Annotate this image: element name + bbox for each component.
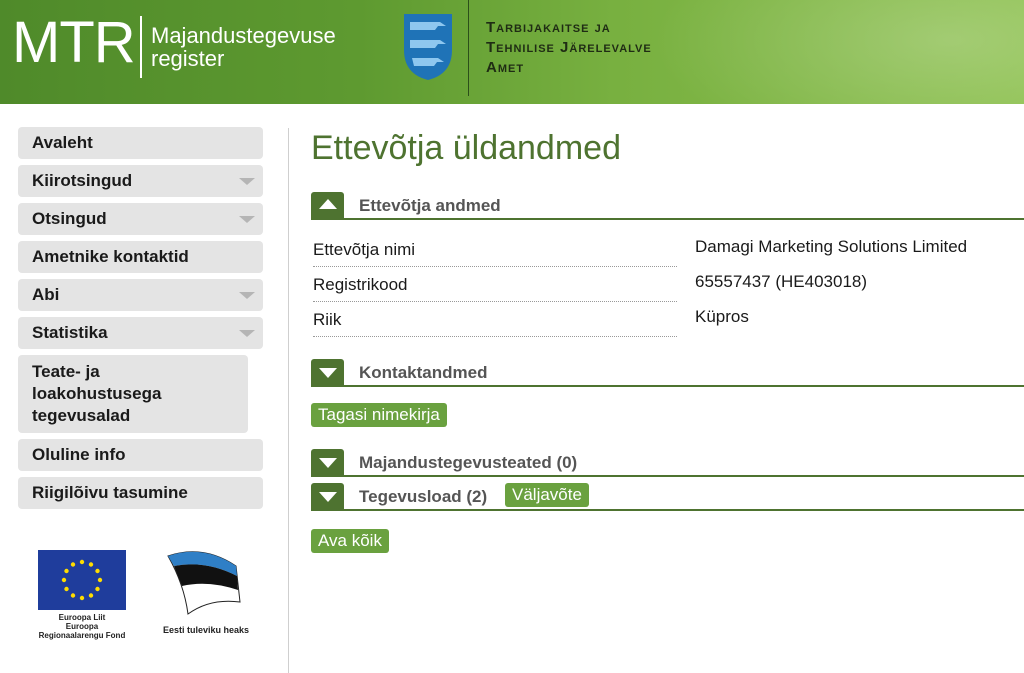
sidebar-item-tegevusalad[interactable]: Teate- ja loakohustusega tegevusalad (18, 355, 248, 433)
sidebar-item-label: Teate- ja loakohustusega tegevusalad (32, 362, 162, 425)
sidebar-item-avaleht[interactable]: Avaleht (18, 127, 263, 159)
triangle-down-icon (319, 458, 337, 468)
expand-toggle-button[interactable] (311, 483, 344, 509)
page-title: Ettevõtja üldandmed (311, 129, 621, 167)
section-licenses[interactable]: Tegevusload (2) Väljavõte (311, 481, 1024, 511)
sidebar-item-label: Ametnike kontaktid (32, 247, 189, 266)
sidebar-item-label: Riigilõivu tasumine (32, 483, 188, 502)
section-company-data[interactable]: Ettevõtja andmed (311, 190, 1024, 220)
expand-toggle-button[interactable] (311, 359, 344, 385)
agency-line-3: Amet (486, 59, 525, 76)
chevron-down-icon[interactable] (239, 178, 255, 185)
field-label-country: Riik (313, 310, 677, 337)
sidebar-item-otsingud[interactable]: Otsingud (18, 203, 263, 235)
ee-caption: Eesti tuleviku heaks (162, 625, 250, 635)
sidebar-item-kiirotsingud[interactable]: Kiirotsingud (18, 165, 263, 197)
estonian-coat-of-arms-icon (404, 14, 452, 80)
chevron-down-icon[interactable] (239, 292, 255, 299)
triangle-down-icon (319, 492, 337, 502)
sidebar-item-label: Oluline info (32, 445, 126, 464)
eu-caption-line-1: Euroopa Liit (58, 613, 106, 622)
open-all-wrap: Ava kõik (311, 529, 1024, 553)
section-title[interactable]: Tegevusload (2) (359, 487, 487, 507)
section-notices[interactable]: Majandustegevusteated (0) (311, 447, 1024, 477)
estonia-future-logo: Eesti tuleviku heaks (158, 548, 254, 635)
main-content: Ettevõtja üldandmed Ettevõtja andmed Ett… (311, 128, 1024, 553)
eu-caption-line-2: Euroopa (65, 622, 99, 631)
sidebar-item-abi[interactable]: Abi (18, 279, 263, 311)
triangle-down-icon (319, 368, 337, 378)
extract-button[interactable]: Väljavõte (505, 483, 589, 507)
collapse-toggle-button[interactable] (311, 192, 344, 218)
sidebar-item-oluline-info[interactable]: Oluline info (18, 439, 263, 471)
sidebar-divider (288, 128, 289, 673)
field-value-company-name: Damagi Marketing Solutions Limited (695, 237, 968, 256)
eu-flag-icon (38, 550, 126, 610)
field-row: Ettevõtja nimi Damagi Marketing Solution… (311, 232, 1024, 267)
section-title[interactable]: Kontaktandmed (359, 363, 487, 383)
site-header: MTR Majandustegevuse register Tarbijakai… (0, 0, 1024, 104)
expand-toggle-button[interactable] (311, 449, 344, 475)
agency-line-2: Tehnilise Järelevalve (486, 39, 652, 56)
eu-fund-logo: Euroopa Liit Euroopa Regionaalarengu Fon… (32, 550, 132, 640)
agency-divider (468, 0, 469, 96)
sidebar-item-label: Otsingud (32, 209, 107, 228)
eu-caption-line-3: Regionaalarengu Fond (38, 631, 126, 640)
back-to-list-button[interactable]: Tagasi nimekirja (311, 403, 447, 427)
field-label-registry-code: Registrikood (313, 275, 677, 302)
chevron-down-icon[interactable] (239, 216, 255, 223)
eu-caption: Euroopa Liit Euroopa Regionaalarengu Fon… (32, 613, 132, 640)
estonian-flag-wave-icon (167, 551, 241, 615)
company-fields: Ettevõtja nimi Damagi Marketing Solution… (311, 232, 1024, 337)
sidebar-item-label: Statistika (32, 323, 108, 342)
field-value-registry-code: 65557437 (HE403018) (695, 272, 868, 291)
subtitle-line-2: register (151, 46, 225, 71)
mtr-logo[interactable]: MTR (12, 14, 136, 72)
field-value-country: Küpros (695, 307, 749, 326)
section-title[interactable]: Ettevõtja andmed (359, 196, 501, 216)
chevron-down-icon[interactable] (239, 330, 255, 337)
logo-divider (140, 16, 142, 78)
triangle-up-icon (319, 199, 337, 209)
sidebar-item-label: Kiirotsingud (32, 171, 133, 190)
open-all-button[interactable]: Ava kõik (311, 529, 389, 553)
eu-stars-icon (61, 559, 103, 601)
subtitle-line-1: Majandustegevuse (151, 23, 336, 48)
section-title[interactable]: Majandustegevusteated (0) (359, 453, 577, 473)
field-label-company-name: Ettevõtja nimi (313, 240, 677, 267)
field-row: Riik Küpros (311, 302, 1024, 337)
section-contact-data[interactable]: Kontaktandmed (311, 357, 1024, 387)
register-subtitle: Majandustegevuse register (151, 24, 336, 70)
sidebar-item-label: Avaleht (32, 133, 93, 152)
sidebar-item-riigiloivu-tasumine[interactable]: Riigilõivu tasumine (18, 477, 263, 509)
agency-name[interactable]: Tarbijakaitse ja Tehnilise Järelevalve A… (486, 18, 652, 78)
field-row: Registrikood 65557437 (HE403018) (311, 267, 1024, 302)
sidebar-nav: Avaleht Kiirotsingud Otsingud Ametnike k… (18, 127, 263, 515)
sidebar-item-ametnike-kontaktid[interactable]: Ametnike kontaktid (18, 241, 263, 273)
agency-line-1: Tarbijakaitse ja (486, 19, 611, 36)
sidebar-item-statistika[interactable]: Statistika (18, 317, 263, 349)
sidebar-item-label: Abi (32, 285, 60, 304)
back-button-wrap: Tagasi nimekirja (311, 403, 1024, 427)
